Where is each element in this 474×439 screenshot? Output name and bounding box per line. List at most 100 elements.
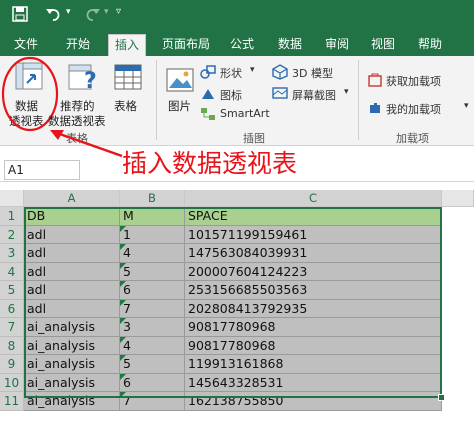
3d-model-label: 3D 模型 <box>292 67 333 80</box>
undo-icon[interactable] <box>44 5 62 27</box>
worksheet-grid[interactable]: A B C 1 DB M SPACE 2 adl 1 101571199159461 3 adl 4… <box>0 190 474 439</box>
pictures-label: 图片 <box>168 99 191 113</box>
table-cell[interactable]: 6 <box>120 373 185 392</box>
row-header[interactable]: 2 <box>0 225 24 244</box>
icons-button[interactable]: 图标 <box>200 86 260 102</box>
row-header[interactable]: 11 <box>0 392 24 411</box>
group-addins-label: 加载项 <box>396 132 429 145</box>
screenshot-label: 屏幕截图 <box>292 89 336 102</box>
table-cell[interactable]: 7 <box>120 392 185 411</box>
table-cell[interactable]: 162138755850 <box>185 392 442 411</box>
table-cell[interactable]: 3 <box>120 318 185 337</box>
table-cell[interactable]: 253156685503563 <box>185 281 442 300</box>
undo-dropdown-icon[interactable]: ▾ <box>66 7 71 17</box>
shapes-dropdown-icon: ▾ <box>250 65 255 75</box>
redo-dropdown-icon[interactable]: ▾ <box>104 7 109 17</box>
recommended-pivot-button[interactable]: ? 推荐的 数据透视表 <box>48 58 110 128</box>
table-cell[interactable]: 145643328531 <box>185 373 442 392</box>
table-cell[interactable]: 4 <box>120 244 185 263</box>
table-label: 表格 <box>114 99 137 113</box>
smartart-button[interactable]: SmartArt <box>200 106 280 122</box>
row-header[interactable]: 7 <box>0 318 24 337</box>
tab-home[interactable]: 开始 <box>66 36 90 56</box>
table-cell[interactable]: adl <box>24 244 120 263</box>
table-cell[interactable]: 200007604124223 <box>185 262 442 281</box>
table-button[interactable]: 表格 <box>110 58 146 128</box>
screenshot-dropdown-icon: ▾ <box>344 87 349 97</box>
row-header[interactable]: 6 <box>0 299 24 318</box>
table-cell[interactable]: ai_analysis <box>24 355 120 374</box>
table-cell[interactable]: adl <box>24 281 120 300</box>
column-header-a[interactable]: A <box>24 190 120 207</box>
table-cell[interactable]: 202808413792935 <box>185 299 442 318</box>
table-cell[interactable]: 119913161868 <box>185 355 442 374</box>
my-addins-button[interactable]: 我的加载项 ▾ <box>368 100 472 116</box>
annotation-text: 插入数据透视表 <box>122 149 298 178</box>
table-cell[interactable]: 7 <box>120 299 185 318</box>
table-cell[interactable]: 90817780968 <box>185 318 442 337</box>
screenshot-button[interactable]: 屏幕截图 ▾ <box>272 86 356 102</box>
tab-page-layout[interactable]: 页面布局 <box>162 36 210 56</box>
table-cell[interactable]: 101571199159461 <box>185 225 442 244</box>
table-cell[interactable]: 4 <box>120 336 185 355</box>
redo-icon[interactable] <box>84 5 102 27</box>
shapes-button[interactable]: 形状 ▾ <box>200 64 280 80</box>
row-header[interactable]: 8 <box>0 336 24 355</box>
tab-review[interactable]: 审阅 <box>325 36 349 56</box>
recommended-label-line1: 推荐的 <box>60 99 95 113</box>
get-addins-icon <box>368 73 382 87</box>
table-cell[interactable]: adl <box>24 299 120 318</box>
icons-label: 图标 <box>220 89 242 102</box>
column-header-empty <box>442 190 474 207</box>
screenshot-icon <box>272 87 288 99</box>
tab-formulas[interactable]: 公式 <box>230 36 254 56</box>
header-cell[interactable]: SPACE <box>185 207 442 226</box>
table-cell[interactable]: 5 <box>120 355 185 374</box>
separator <box>358 60 359 140</box>
row-header[interactable]: 10 <box>0 373 24 392</box>
table-cell[interactable]: adl <box>24 225 120 244</box>
get-addins-button[interactable]: 获取加载项 <box>368 72 468 88</box>
table-cell[interactable]: ai_analysis <box>24 373 120 392</box>
tab-view[interactable]: 视图 <box>371 36 395 56</box>
table-cell[interactable]: 147563084039931 <box>185 244 442 263</box>
row-header[interactable]: 4 <box>0 262 24 281</box>
number-as-text-indicator-icon <box>120 355 126 361</box>
tab-data[interactable]: 数据 <box>278 36 302 56</box>
save-icon[interactable] <box>12 6 28 26</box>
shapes-icon <box>200 65 216 79</box>
row-header[interactable]: 3 <box>0 244 24 263</box>
table-cell[interactable]: adl <box>24 262 120 281</box>
table-cell[interactable]: ai_analysis <box>24 336 120 355</box>
tab-insert[interactable]: 插入 <box>108 34 147 56</box>
table-cell[interactable]: ai_analysis <box>24 392 120 411</box>
annotation-arrow <box>50 130 123 158</box>
fill-handle[interactable] <box>438 394 445 401</box>
pictures-icon <box>166 68 194 92</box>
number-as-text-indicator-icon <box>120 244 126 250</box>
table-cell[interactable]: 6 <box>120 281 185 300</box>
3d-model-button[interactable]: 3D 模型 <box>272 64 352 80</box>
select-all-corner[interactable] <box>0 190 24 207</box>
header-cell[interactable]: M <box>120 207 185 226</box>
icons-icon <box>202 89 214 99</box>
tab-file[interactable]: 文件 <box>14 36 38 56</box>
table-cell[interactable]: 90817780968 <box>185 336 442 355</box>
header-cell[interactable]: DB <box>24 207 120 226</box>
row-header[interactable]: 1 <box>0 207 24 226</box>
number-as-text-indicator-icon <box>120 262 126 269</box>
number-as-text-indicator-icon <box>120 392 126 398</box>
separator <box>156 60 157 140</box>
pictures-button[interactable]: 图片 <box>162 58 198 118</box>
table-cell[interactable]: 5 <box>120 262 185 281</box>
ribbon-tabs: 文件 开始 插入 页面布局 公式 数据 审阅 视图 帮助 <box>0 32 474 56</box>
column-header-b[interactable]: B <box>120 190 185 207</box>
smartart-icon <box>201 108 215 120</box>
table-cell[interactable]: ai_analysis <box>24 318 120 337</box>
customize-icon[interactable]: ▿ <box>116 6 121 17</box>
row-header[interactable]: 9 <box>0 355 24 374</box>
row-header[interactable]: 5 <box>0 281 24 300</box>
table-cell[interactable]: 1 <box>120 225 185 244</box>
tab-help[interactable]: 帮助 <box>418 36 442 56</box>
column-header-c[interactable]: C <box>185 190 442 207</box>
